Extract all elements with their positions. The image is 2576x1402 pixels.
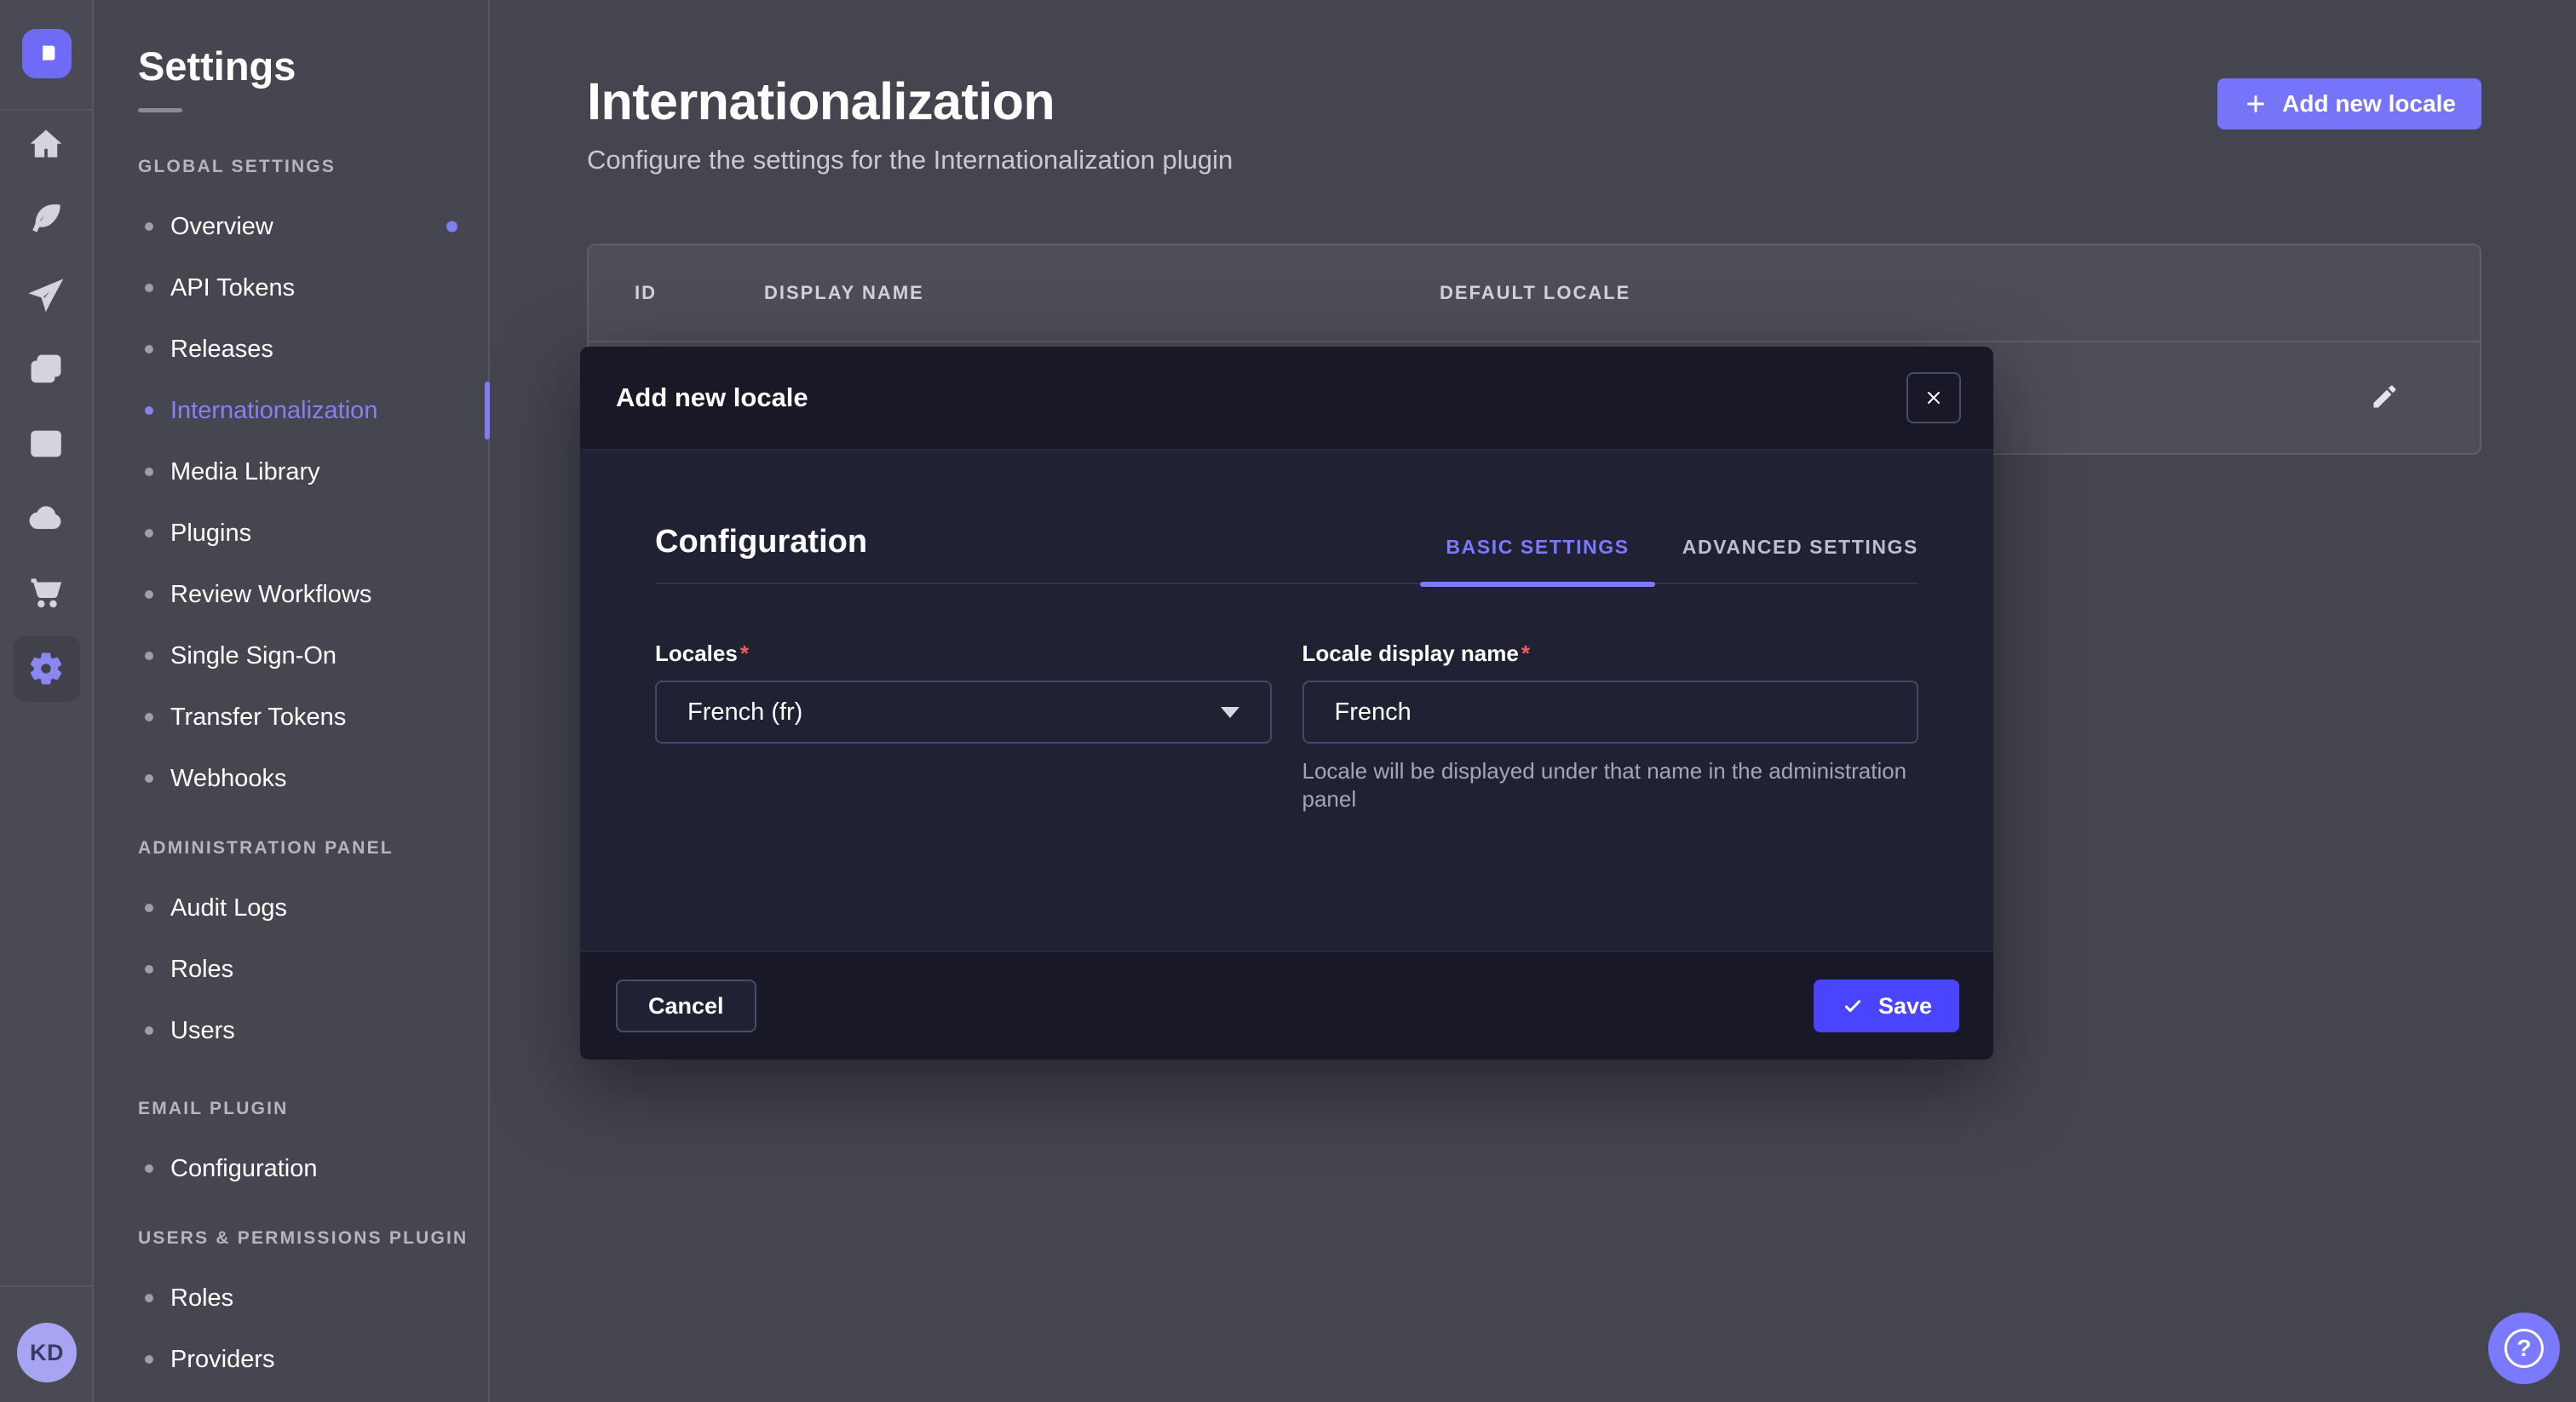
rail-divider bbox=[0, 1285, 94, 1287]
display-name-helper-text: Locale will be displayed under that name… bbox=[1302, 757, 1912, 814]
strapi-logo[interactable] bbox=[22, 29, 72, 78]
sidebar-item-api-tokens[interactable]: API Tokens bbox=[138, 257, 488, 319]
settings-sidebar: Settings GLOBAL SETTINGS Overview API To… bbox=[95, 0, 490, 1402]
deploy-icon[interactable] bbox=[26, 276, 66, 315]
table-header-row: ID DISPLAY NAME DEFAULT LOCALE bbox=[589, 245, 2480, 341]
sidebar-item-internationalization[interactable]: Internationalization bbox=[138, 380, 488, 441]
locales-field: Locales* French (fr) bbox=[655, 641, 1272, 814]
display-name-label: Locale display name* bbox=[1302, 641, 1919, 667]
display-name-field: Locale display name* Locale will be disp… bbox=[1302, 641, 1919, 814]
bullet-icon bbox=[145, 965, 153, 974]
section-header-administration-panel: ADMINISTRATION PANEL bbox=[138, 838, 488, 859]
tab-advanced-settings[interactable]: ADVANCED SETTINGS bbox=[1682, 536, 1918, 560]
page-subtitle: Configure the settings for the Internati… bbox=[587, 145, 1233, 175]
close-modal-button[interactable] bbox=[1906, 372, 1961, 423]
bullet-icon bbox=[145, 529, 153, 537]
configuration-heading: Configuration bbox=[655, 524, 867, 560]
sidebar-item-providers[interactable]: Providers bbox=[138, 1329, 488, 1390]
active-indicator-bar bbox=[485, 382, 490, 440]
sidebar-item-single-sign-on[interactable]: Single Sign-On bbox=[138, 625, 488, 687]
bullet-icon bbox=[145, 590, 153, 599]
section-header-global-settings: GLOBAL SETTINGS bbox=[138, 157, 488, 177]
required-asterisk: * bbox=[740, 641, 749, 666]
section-header-users-permissions-plugin: USERS & PERMISSIONS PLUGIN bbox=[138, 1228, 488, 1249]
title-dash bbox=[138, 108, 182, 112]
bullet-icon bbox=[145, 1026, 153, 1035]
sidebar-title: Settings bbox=[138, 43, 488, 89]
save-button[interactable]: Save bbox=[1814, 980, 1959, 1032]
sidebar-item-email-configuration[interactable]: Configuration bbox=[138, 1138, 488, 1199]
marketplace-icon[interactable] bbox=[26, 573, 66, 612]
close-icon bbox=[1923, 388, 1944, 408]
display-name-input[interactable] bbox=[1302, 681, 1919, 744]
bullet-icon bbox=[145, 222, 153, 231]
page-title: Internationalization bbox=[587, 72, 1233, 131]
locales-select[interactable]: French (fr) bbox=[655, 681, 1272, 744]
help-button[interactable]: ? bbox=[2488, 1313, 2560, 1384]
modal-footer: Cancel Save bbox=[580, 951, 1993, 1060]
bullet-icon bbox=[145, 1164, 153, 1173]
media-library-icon[interactable] bbox=[26, 350, 66, 389]
chevron-down-icon bbox=[1221, 707, 1239, 718]
bullet-icon bbox=[145, 1355, 153, 1364]
bullet-icon bbox=[145, 284, 153, 292]
sidebar-item-users[interactable]: Users bbox=[138, 1000, 488, 1061]
modal-header: Add new locale bbox=[580, 347, 1993, 451]
add-new-locale-modal: Add new locale Configuration BASIC SETTI… bbox=[580, 347, 1993, 1060]
settings-icon[interactable] bbox=[26, 649, 66, 688]
sidebar-item-overview[interactable]: Overview bbox=[138, 196, 488, 257]
plus-icon bbox=[2243, 91, 2268, 117]
bullet-icon bbox=[145, 406, 153, 415]
bullet-icon bbox=[145, 713, 153, 721]
modal-title: Add new locale bbox=[616, 382, 808, 413]
bullet-icon bbox=[145, 904, 153, 912]
section-header-email-plugin: EMAIL PLUGIN bbox=[138, 1099, 488, 1119]
sidebar-item-admin-roles[interactable]: Roles bbox=[138, 939, 488, 1000]
check-icon bbox=[1841, 994, 1865, 1018]
nav-rail: KD bbox=[0, 0, 94, 1402]
bullet-icon bbox=[145, 468, 153, 476]
column-header-default-locale: DEFAULT LOCALE bbox=[1440, 282, 2480, 304]
locales-label: Locales* bbox=[655, 641, 1272, 667]
sidebar-item-plugins[interactable]: Plugins bbox=[138, 503, 488, 564]
sidebar-item-transfer-tokens[interactable]: Transfer Tokens bbox=[138, 687, 488, 748]
column-header-id: ID bbox=[635, 282, 764, 304]
sidebar-item-up-roles[interactable]: Roles bbox=[138, 1267, 488, 1329]
rail-divider bbox=[0, 109, 94, 111]
modal-body: Configuration BASIC SETTINGS ADVANCED SE… bbox=[580, 451, 1993, 951]
modal-tabs: BASIC SETTINGS ADVANCED SETTINGS bbox=[1446, 536, 1918, 560]
notification-dot-icon bbox=[446, 221, 457, 233]
sidebar-item-review-workflows[interactable]: Review Workflows bbox=[138, 564, 488, 625]
content-type-builder-icon[interactable] bbox=[26, 199, 66, 238]
sidebar-item-audit-logs[interactable]: Audit Logs bbox=[138, 877, 488, 939]
bullet-icon bbox=[145, 652, 153, 660]
sidebar-item-releases[interactable]: Releases bbox=[138, 319, 488, 380]
locales-select-value: French (fr) bbox=[687, 698, 802, 727]
bullet-icon bbox=[145, 774, 153, 783]
question-mark-icon: ? bbox=[2504, 1329, 2544, 1368]
pencil-icon bbox=[2368, 382, 2399, 413]
bullet-icon bbox=[145, 1294, 153, 1302]
required-asterisk: * bbox=[1521, 641, 1530, 666]
home-icon[interactable] bbox=[26, 125, 66, 164]
edit-locale-button[interactable] bbox=[2368, 382, 2399, 413]
cancel-button[interactable]: Cancel bbox=[616, 980, 756, 1032]
avatar[interactable]: KD bbox=[17, 1323, 77, 1382]
sidebar-item-media-library[interactable]: Media Library bbox=[138, 441, 488, 503]
sidebar-item-webhooks[interactable]: Webhooks bbox=[138, 748, 488, 809]
column-header-display-name: DISPLAY NAME bbox=[764, 282, 1440, 304]
bullet-icon bbox=[145, 345, 153, 353]
tab-basic-settings[interactable]: BASIC SETTINGS bbox=[1446, 536, 1629, 560]
add-new-locale-button[interactable]: Add new locale bbox=[2217, 78, 2481, 129]
content-manager-icon[interactable] bbox=[26, 424, 66, 463]
cloud-icon[interactable] bbox=[26, 498, 66, 537]
